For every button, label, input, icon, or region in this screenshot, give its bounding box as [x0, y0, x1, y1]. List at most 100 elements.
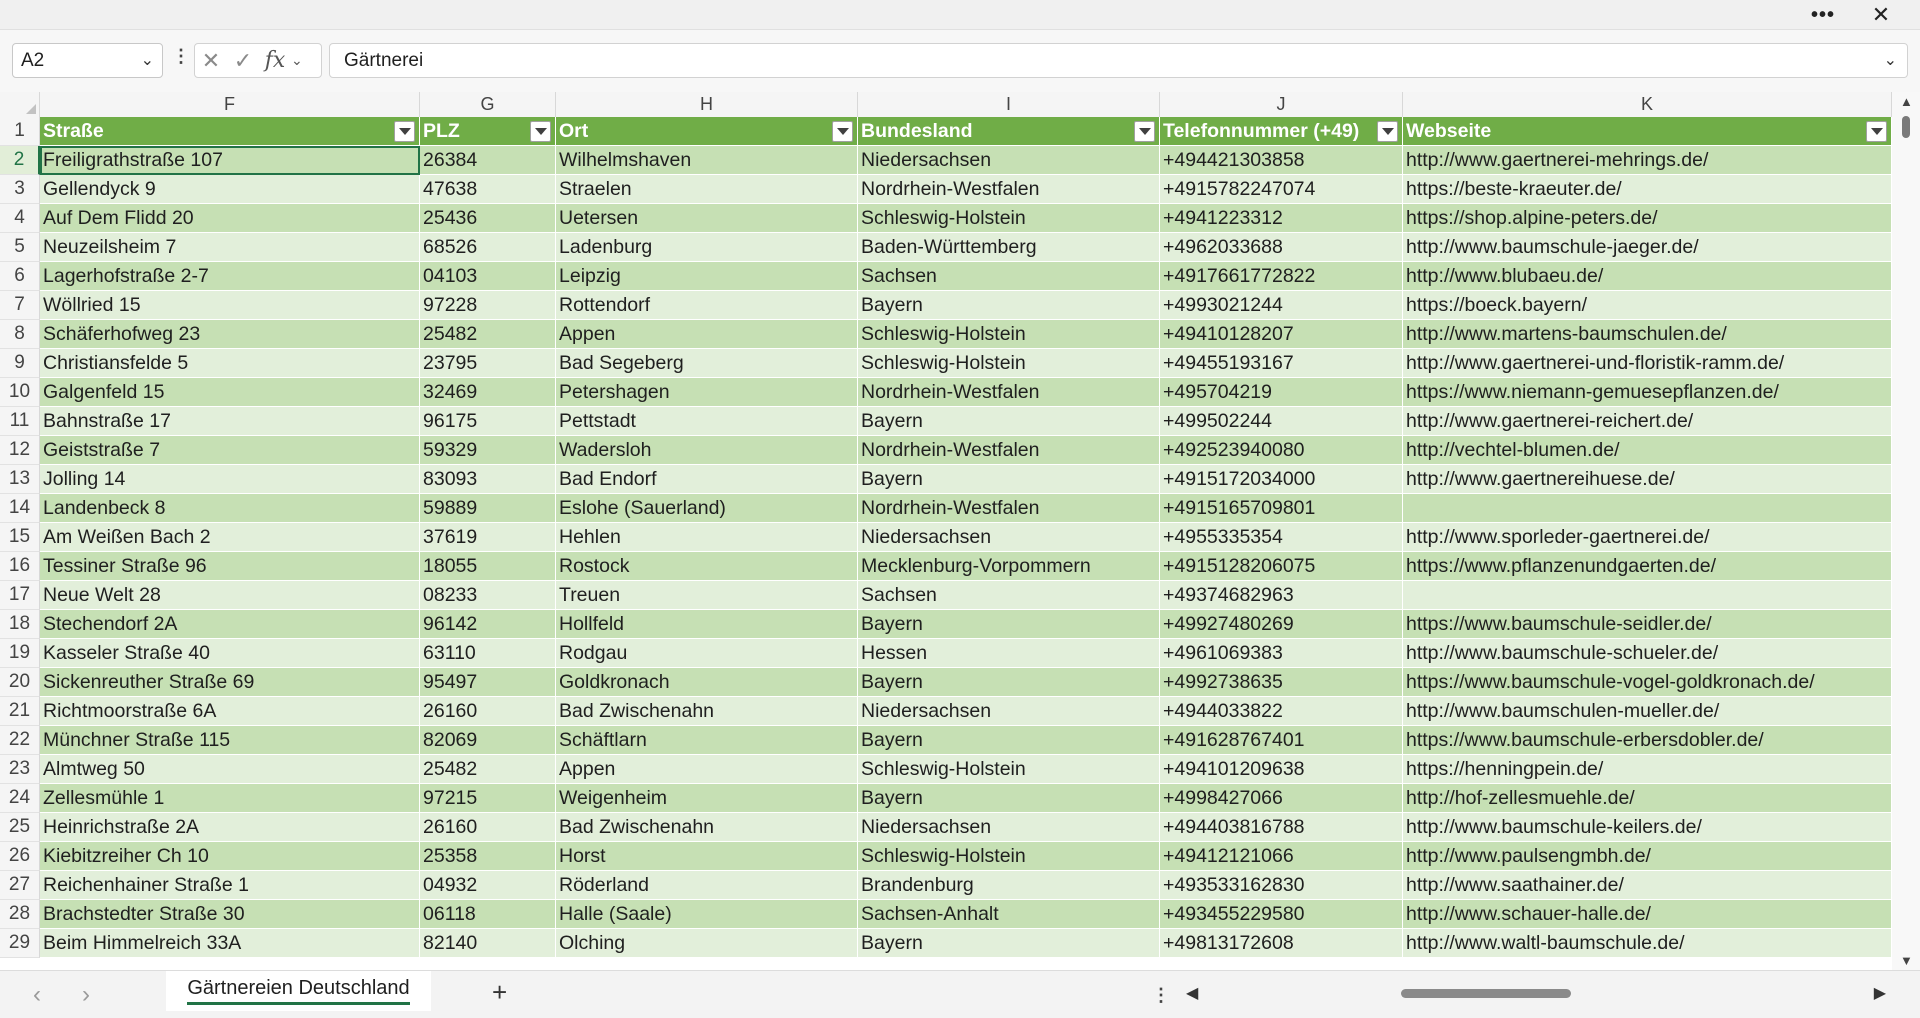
table-cell[interactable]: Bayern: [858, 784, 1160, 813]
row-number[interactable]: 20: [0, 668, 40, 697]
table-cell[interactable]: Kiebitzreiher Ch 10: [40, 842, 420, 871]
row-number[interactable]: 6: [0, 262, 40, 291]
table-cell[interactable]: Jolling 14: [40, 465, 420, 494]
table-cell[interactable]: Bad Segeberg: [556, 349, 858, 378]
table-cell[interactable]: Wilhelmshaven: [556, 146, 858, 175]
table-cell[interactable]: Gellendyck 9: [40, 175, 420, 204]
table-cell[interactable]: https://www.baumschule-seidler.de/: [1403, 610, 1892, 639]
vertical-dots-icon[interactable]: ⋮: [1152, 985, 1170, 1006]
scroll-down-icon[interactable]: ▼: [1900, 953, 1913, 968]
table-cell[interactable]: 25482: [420, 755, 556, 784]
table-cell[interactable]: Bayern: [858, 610, 1160, 639]
table-cell[interactable]: Heinrichstraße 2A: [40, 813, 420, 842]
table-cell[interactable]: +49813172608: [1160, 929, 1403, 958]
vertical-dots-icon[interactable]: ⋮: [172, 46, 190, 67]
row-number[interactable]: 15: [0, 523, 40, 552]
table-cell[interactable]: Wöllried 15: [40, 291, 420, 320]
table-cell[interactable]: Wadersloh: [556, 436, 858, 465]
table-cell[interactable]: Nordrhein-Westfalen: [858, 494, 1160, 523]
table-cell[interactable]: Nordrhein-Westfalen: [858, 378, 1160, 407]
table-cell[interactable]: 18055: [420, 552, 556, 581]
table-cell[interactable]: Bahnstraße 17: [40, 407, 420, 436]
column-header-j[interactable]: J: [1160, 92, 1403, 117]
table-cell[interactable]: https://shop.alpine-peters.de/: [1403, 204, 1892, 233]
scroll-left-icon[interactable]: ◀: [1186, 983, 1198, 1003]
table-cell[interactable]: Goldkronach: [556, 668, 858, 697]
row-number[interactable]: 18: [0, 610, 40, 639]
table-cell[interactable]: https://www.baumschule-erbersdobler.de/: [1403, 726, 1892, 755]
table-cell[interactable]: Röderland: [556, 871, 858, 900]
row-number[interactable]: 7: [0, 291, 40, 320]
table-cell[interactable]: +4962033688: [1160, 233, 1403, 262]
table-cell[interactable]: http://www.baumschule-jaeger.de/: [1403, 233, 1892, 262]
add-sheet-button[interactable]: +: [492, 977, 507, 1008]
scroll-up-icon[interactable]: ▲: [1900, 94, 1913, 109]
table-cell[interactable]: +49455193167: [1160, 349, 1403, 378]
row-number[interactable]: 8: [0, 320, 40, 349]
row-number[interactable]: 9: [0, 349, 40, 378]
row-number[interactable]: 3: [0, 175, 40, 204]
row-number[interactable]: 24: [0, 784, 40, 813]
row-number[interactable]: 1: [0, 117, 40, 146]
header-cell[interactable]: Telefonnummer (+49): [1160, 117, 1403, 146]
table-cell[interactable]: +492523940080: [1160, 436, 1403, 465]
table-cell[interactable]: Zellesmühle 1: [40, 784, 420, 813]
table-cell[interactable]: Bayern: [858, 929, 1160, 958]
table-cell[interactable]: 82140: [420, 929, 556, 958]
vertical-scroll-thumb[interactable]: [1902, 116, 1910, 138]
table-cell[interactable]: 08233: [420, 581, 556, 610]
table-cell[interactable]: Schleswig-Holstein: [858, 204, 1160, 233]
filter-dropdown-icon[interactable]: [832, 121, 853, 142]
table-cell[interactable]: Petershagen: [556, 378, 858, 407]
table-cell[interactable]: Niedersachsen: [858, 697, 1160, 726]
row-number[interactable]: 21: [0, 697, 40, 726]
row-number[interactable]: 23: [0, 755, 40, 784]
table-cell[interactable]: Treuen: [556, 581, 858, 610]
row-number[interactable]: 26: [0, 842, 40, 871]
column-header-i[interactable]: I: [858, 92, 1160, 117]
table-cell[interactable]: +49410128207: [1160, 320, 1403, 349]
table-cell[interactable]: http://www.baumschule-keilers.de/: [1403, 813, 1892, 842]
table-cell[interactable]: Schleswig-Holstein: [858, 755, 1160, 784]
table-cell[interactable]: http://hof-zellesmuehle.de/: [1403, 784, 1892, 813]
table-cell[interactable]: 25358: [420, 842, 556, 871]
table-cell[interactable]: Rottendorf: [556, 291, 858, 320]
table-cell[interactable]: Am Weißen Bach 2: [40, 523, 420, 552]
table-cell[interactable]: 96142: [420, 610, 556, 639]
table-cell[interactable]: http://www.gaertnerei-mehrings.de/: [1403, 146, 1892, 175]
table-cell[interactable]: Kasseler Straße 40: [40, 639, 420, 668]
table-cell[interactable]: 26384: [420, 146, 556, 175]
table-cell[interactable]: Rostock: [556, 552, 858, 581]
table-cell[interactable]: Straelen: [556, 175, 858, 204]
table-cell[interactable]: Bad Zwischenahn: [556, 697, 858, 726]
table-cell[interactable]: Reichenhainer Straße 1: [40, 871, 420, 900]
table-cell[interactable]: http://www.martens-baumschulen.de/: [1403, 320, 1892, 349]
table-cell[interactable]: Bayern: [858, 668, 1160, 697]
table-cell[interactable]: 59329: [420, 436, 556, 465]
row-number[interactable]: 22: [0, 726, 40, 755]
table-cell[interactable]: +49374682963: [1160, 581, 1403, 610]
row-number[interactable]: 5: [0, 233, 40, 262]
header-cell[interactable]: Webseite: [1403, 117, 1892, 146]
column-header-h[interactable]: H: [556, 92, 858, 117]
expand-formula-icon[interactable]: ⌄: [1884, 50, 1897, 70]
horizontal-scrollbar[interactable]: ◀ ▶: [1186, 971, 1886, 1017]
sheet-tab-gaertnereien[interactable]: Gärtnereien Deutschland: [166, 971, 431, 1011]
row-number[interactable]: 11: [0, 407, 40, 436]
table-cell[interactable]: Bayern: [858, 407, 1160, 436]
table-cell[interactable]: +4993021244: [1160, 291, 1403, 320]
function-icon[interactable]: fx: [259, 48, 291, 73]
table-cell[interactable]: [1403, 581, 1892, 610]
table-cell[interactable]: http://www.waltl-baumschule.de/: [1403, 929, 1892, 958]
chevron-down-icon[interactable]: ⌄: [291, 52, 309, 69]
table-cell[interactable]: Galgenfeld 15: [40, 378, 420, 407]
table-cell[interactable]: 97215: [420, 784, 556, 813]
table-cell[interactable]: Brachstedter Straße 30: [40, 900, 420, 929]
table-cell[interactable]: 37619: [420, 523, 556, 552]
table-cell[interactable]: +493533162830: [1160, 871, 1403, 900]
table-cell[interactable]: +4917661772822: [1160, 262, 1403, 291]
header-cell[interactable]: PLZ: [420, 117, 556, 146]
table-cell[interactable]: +499502244: [1160, 407, 1403, 436]
filter-dropdown-icon[interactable]: [394, 121, 415, 142]
column-header-k[interactable]: K: [1403, 92, 1892, 117]
